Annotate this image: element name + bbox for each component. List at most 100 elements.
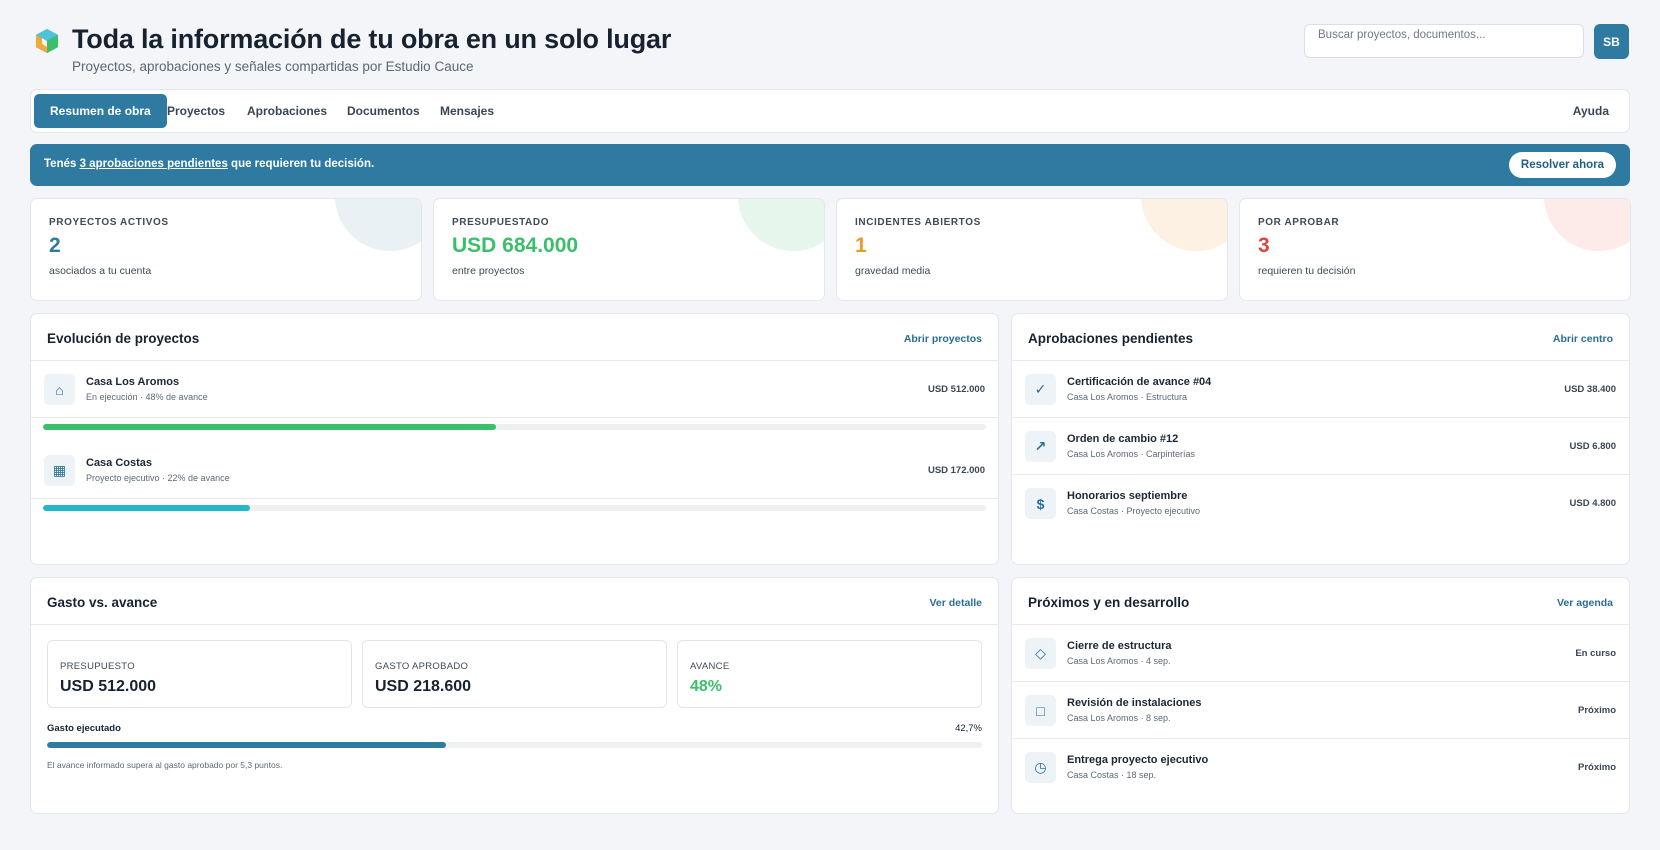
milestone-sub: Casa Los Aromos · 4 sep. [1067, 656, 1171, 666]
metric-value: USD 218.600 [375, 678, 472, 695]
milestone-row[interactable]: ◇ Cierre de estructura Casa Los Aromos ·… [1012, 625, 1629, 682]
stat-card-por-aprobar: POR APROBAR 3 requieren tu decisión [1239, 198, 1631, 301]
resolve-now-button[interactable]: Resolver ahora [1508, 152, 1616, 178]
stat-card-incidentes-abiertos: INCIDENTES ABIERTOS 1 gravedad media [836, 198, 1228, 301]
metric-label: GASTO APROBADO [375, 661, 469, 672]
stat-label: PROYECTOS ACTIVOS [49, 217, 169, 228]
main-nav: Resumen de obra Proyectos Aprobaciones D… [30, 89, 1630, 133]
panel-aprobaciones-pendientes: Aprobaciones pendientes Abrir centro ✓ C… [1011, 313, 1630, 565]
progress-fill [43, 424, 496, 430]
pending-approvals-banner: Tenés 3 aprobaciones pendientes que requ… [30, 144, 1630, 186]
pending-approvals-link[interactable]: 3 aprobaciones pendientes [80, 158, 228, 170]
executed-note: El avance informado supera al gasto apro… [47, 760, 283, 770]
project-name: Casa Los Aromos [86, 376, 180, 388]
executed-progress-bar [47, 742, 982, 748]
stat-sub: requieren tu decisión [1258, 265, 1356, 277]
open-projects-link[interactable]: Abrir proyectos [904, 333, 982, 345]
project-amount: USD 512.000 [927, 384, 985, 395]
milestone-sub: Casa Los Aromos · 8 sep. [1067, 713, 1171, 723]
open-center-link[interactable]: Abrir centro [1553, 333, 1613, 345]
stat-decoration [1141, 199, 1227, 251]
progress-fill [47, 742, 447, 748]
milestone-status: Próximo [1577, 762, 1616, 773]
stat-sub: gravedad media [855, 265, 931, 277]
logo-icon [36, 29, 58, 53]
panel-title: Aprobaciones pendientes [1028, 331, 1194, 346]
building-icon: ▦ [44, 455, 75, 486]
project-progress-bar [43, 424, 986, 430]
metric-avance: AVANCE 48% [677, 640, 982, 708]
stat-sub: asociados a tu cuenta [49, 265, 152, 277]
panel-header: Próximos y en desarrollo Ver agenda [1012, 578, 1629, 625]
project-amount: USD 172.000 [927, 465, 985, 476]
stat-value: USD 684.000 [452, 234, 579, 257]
check-icon: ✓ [1025, 374, 1056, 405]
home-icon: ⌂ [44, 374, 75, 405]
help-link[interactable]: Ayuda [1557, 94, 1625, 128]
project-row[interactable]: ▦ Casa Costas Proyecto ejecutivo · 22% d… [31, 442, 998, 499]
project-progress-bar [43, 505, 986, 511]
approval-title: Certificación de avance #04 [1067, 376, 1212, 388]
milestone-title: Entrega proyecto ejecutivo [1067, 754, 1209, 766]
executed-value: 42,7% [955, 723, 982, 734]
stat-label: INCIDENTES ABIERTOS [855, 217, 981, 228]
tab-documentos[interactable]: Documentos [331, 94, 436, 128]
stat-value: 3 [1258, 234, 1270, 257]
stat-decoration [738, 199, 824, 251]
panel-proximos: Próximos y en desarrollo Ver agenda ◇ Ci… [1011, 577, 1630, 814]
approval-amount: USD 6.800 [1569, 441, 1616, 452]
view-agenda-link[interactable]: Ver agenda [1557, 597, 1613, 609]
project-detail: Proyecto ejecutivo · 22% de avance [86, 473, 230, 483]
approval-amount: USD 4.800 [1569, 498, 1616, 509]
approval-amount: USD 38.400 [1564, 384, 1616, 395]
progress-fill [43, 505, 251, 511]
metric-label: AVANCE [690, 661, 730, 672]
panel-header: Gasto vs. avance Ver detalle [31, 578, 998, 625]
search-input[interactable] [1304, 24, 1584, 58]
view-detail-link[interactable]: Ver detalle [929, 597, 982, 609]
milestone-row[interactable]: □ Revisión de instalaciones Casa Los Aro… [1012, 682, 1629, 739]
stat-label: POR APROBAR [1258, 217, 1340, 228]
avatar[interactable]: SB [1594, 24, 1629, 59]
panel-title: Evolución de proyectos [47, 331, 200, 346]
page-title: Toda la información de tu obra en un sol… [72, 24, 672, 54]
tab-resumen-de-obra[interactable]: Resumen de obra [34, 94, 167, 128]
milestone-sub: Casa Costas · 18 sep. [1067, 770, 1157, 780]
tab-proyectos[interactable]: Proyectos [151, 94, 241, 128]
metric-value: 48% [690, 678, 723, 695]
approval-row[interactable]: ✓ Certificación de avance #04 Casa Los A… [1012, 361, 1629, 418]
stat-card-proyectos-activos: PROYECTOS ACTIVOS 2 asociados a tu cuent… [30, 198, 422, 301]
milestone-status: En curso [1575, 648, 1616, 659]
approval-title: Orden de cambio #12 [1067, 433, 1179, 445]
project-row[interactable]: ⌂ Casa Los Aromos En ejecución · 48% de … [31, 361, 998, 418]
stat-card-presupuestado: PRESUPUESTADO USD 684.000 entre proyecto… [433, 198, 825, 301]
stat-value: 2 [49, 234, 61, 257]
tab-aprobaciones[interactable]: Aprobaciones [231, 94, 343, 128]
dollar-icon: $ [1025, 488, 1056, 519]
executed-label: Gasto ejecutado [47, 723, 121, 734]
milestone-title: Cierre de estructura [1067, 640, 1172, 652]
metric-value: USD 512.000 [60, 678, 157, 695]
milestone-status: Próximo [1577, 705, 1616, 716]
stat-decoration [1544, 199, 1630, 251]
metric-presupuesto: PRESUPUESTO USD 512.000 [47, 640, 352, 708]
banner-suffix: que requieren tu decisión. [227, 158, 375, 170]
approval-sub: Casa Los Aromos · Estructura [1067, 392, 1188, 402]
diamond-icon: ◇ [1025, 638, 1056, 669]
approval-row[interactable]: ↗ Orden de cambio #12 Casa Los Aromos · … [1012, 418, 1629, 475]
approval-sub: Casa Los Aromos · Carpinterías [1067, 449, 1196, 459]
banner-prefix: Tenés [44, 158, 80, 170]
panel-header: Evolución de proyectos Abrir proyectos [31, 314, 998, 361]
metric-gasto-aprobado: GASTO APROBADO USD 218.600 [362, 640, 667, 708]
metric-label: PRESUPUESTO [60, 661, 135, 672]
milestone-title: Revisión de instalaciones [1067, 697, 1202, 709]
approval-row[interactable]: $ Honorarios septiembre Casa Costas · Pr… [1012, 475, 1629, 532]
stat-sub: entre proyectos [452, 265, 525, 277]
clock-icon: ◷ [1025, 752, 1056, 783]
milestone-row[interactable]: ◷ Entrega proyecto ejecutivo Casa Costas… [1012, 739, 1629, 796]
stat-label: PRESUPUESTADO [452, 217, 550, 228]
approval-sub: Casa Costas · Proyecto ejecutivo [1067, 506, 1201, 516]
tab-mensajes[interactable]: Mensajes [424, 94, 510, 128]
stat-value: 1 [855, 234, 867, 257]
arrow-up-right-icon: ↗ [1025, 431, 1056, 462]
